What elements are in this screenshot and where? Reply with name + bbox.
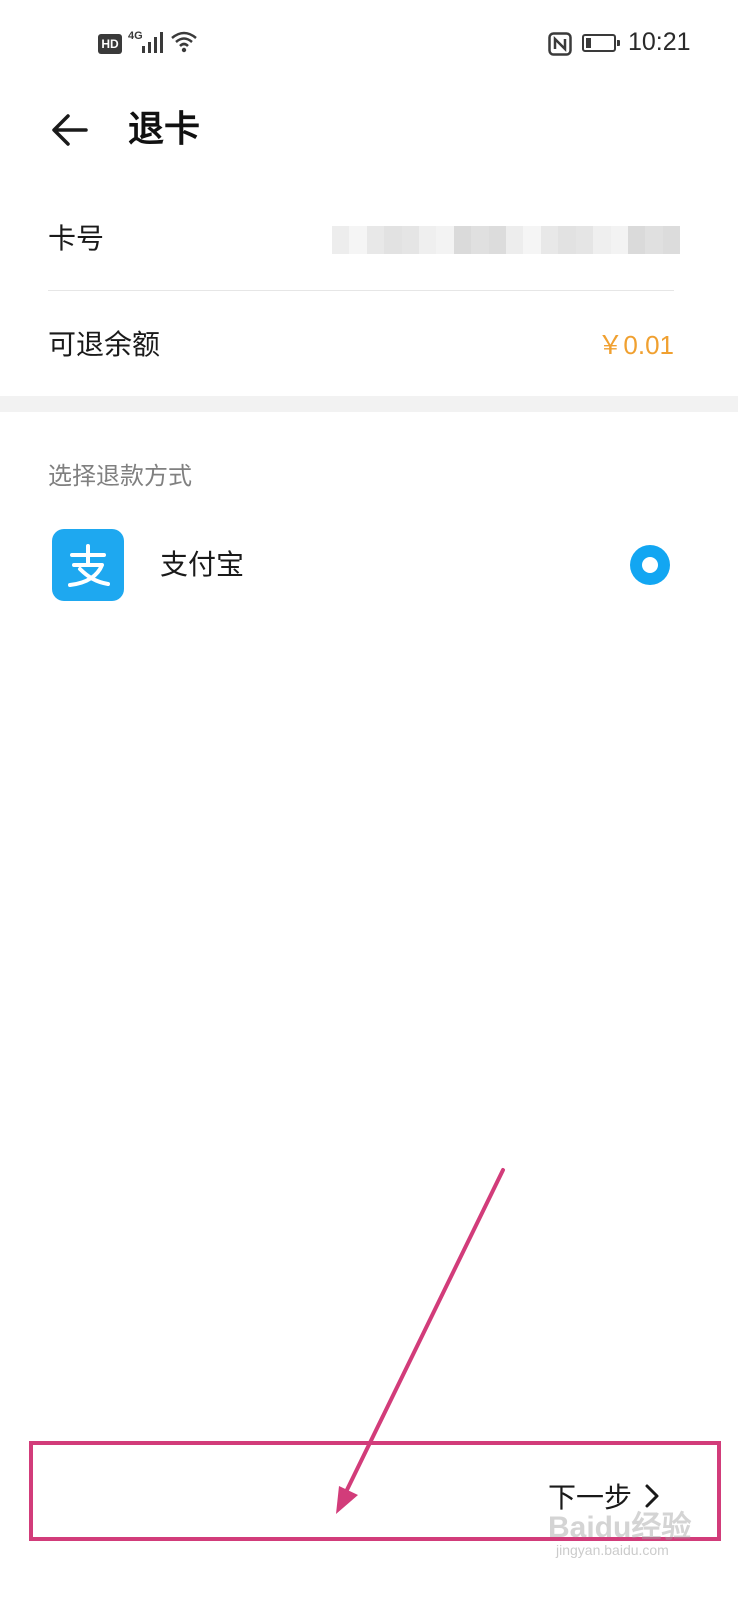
- refundable-balance-value: ￥0.01: [597, 330, 674, 360]
- battery-icon: [582, 34, 620, 52]
- mosaic-cell: [471, 226, 489, 254]
- mosaic-cell: [366, 226, 385, 254]
- mosaic-cell: [645, 226, 663, 254]
- mosaic-cell: [610, 226, 628, 254]
- clock-time: 10:21: [628, 28, 691, 56]
- card-number-masked: [332, 226, 680, 254]
- mosaic-cell: [540, 226, 559, 254]
- next-step-button[interactable]: 下一步: [548, 1472, 662, 1520]
- row-divider: [48, 290, 674, 291]
- watermark-url: jingyan.baidu.com: [556, 1542, 669, 1558]
- section-separator: [0, 396, 738, 412]
- mosaic-cell: [523, 226, 541, 254]
- refund-method-title: 选择退款方式: [48, 462, 192, 490]
- wifi-icon: [171, 31, 197, 53]
- card-number-label: 卡号: [48, 222, 105, 255]
- mosaic-cell: [593, 226, 611, 254]
- mosaic-cell: [332, 226, 350, 254]
- mosaic-cell: [627, 226, 646, 254]
- radio-dot: [642, 557, 658, 573]
- mosaic-cell: [419, 226, 437, 254]
- arrow-left-icon: [52, 114, 88, 146]
- back-button[interactable]: [44, 106, 98, 154]
- mosaic-cell: [558, 226, 576, 254]
- mosaic-cell: [575, 226, 594, 254]
- mosaic-cell: [401, 226, 420, 254]
- hd-icon: HD: [98, 34, 122, 54]
- battery-fill: [586, 38, 592, 48]
- status-bar: HD 4G 10:21: [0, 0, 738, 90]
- mosaic-cell: [662, 226, 680, 254]
- refundable-balance-label: 可退余额: [48, 328, 161, 361]
- next-step-label: 下一步: [548, 1481, 633, 1514]
- mosaic-cell: [506, 226, 524, 254]
- mosaic-cell: [384, 226, 402, 254]
- alipay-label: 支付宝: [160, 548, 245, 581]
- nfc-icon: [548, 32, 572, 56]
- mosaic-cell: [488, 226, 507, 254]
- refund-method-alipay[interactable]: 支付宝: [0, 520, 738, 610]
- alipay-radio-selected[interactable]: [630, 545, 670, 585]
- signal-icon: [142, 32, 163, 53]
- mosaic-cell: [436, 226, 454, 254]
- mosaic-cell: [453, 226, 472, 254]
- alipay-icon: [52, 529, 124, 601]
- page-title: 退卡: [128, 109, 201, 150]
- chevron-right-icon: [645, 1484, 659, 1508]
- mosaic-cell: [349, 226, 367, 254]
